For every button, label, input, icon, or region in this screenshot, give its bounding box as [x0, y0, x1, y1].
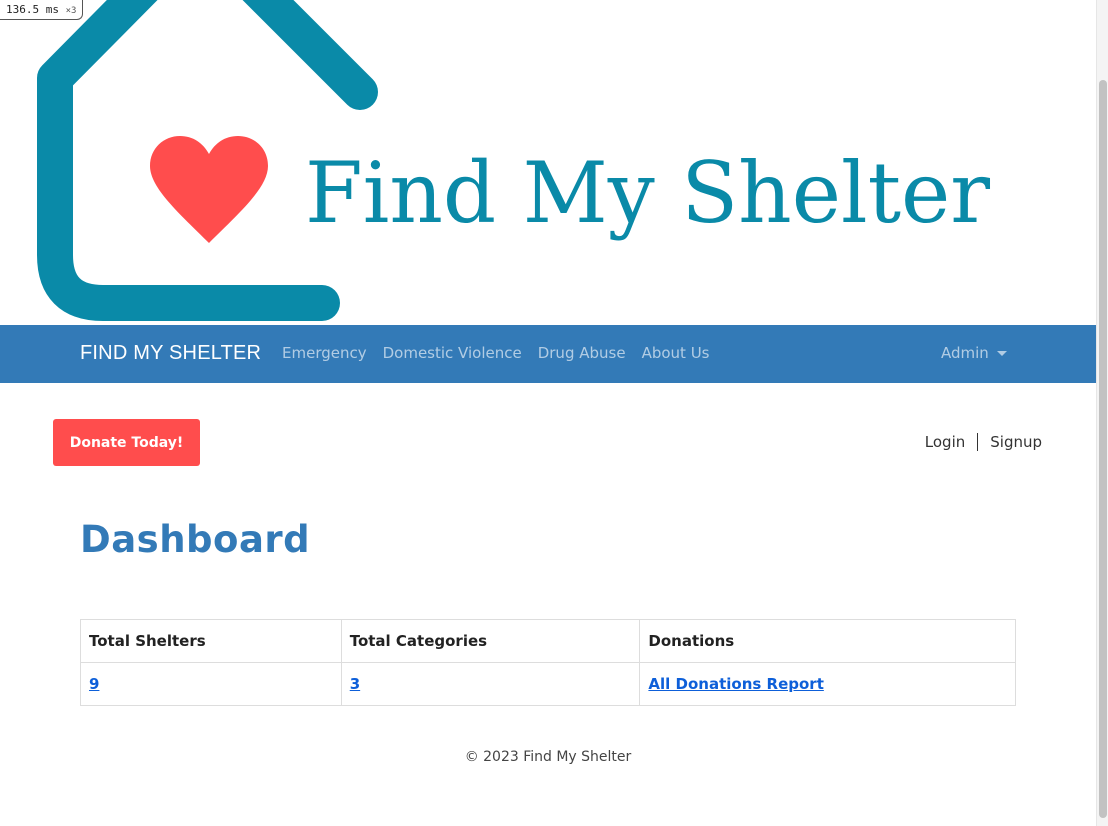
table-row: 9 3 All Donations Report	[80, 662, 1016, 706]
cell-donations: All Donations Report	[639, 662, 1016, 706]
perf-overlay: 136.5 ms ×3	[0, 0, 84, 20]
nav-link-emergency[interactable]: Emergency	[282, 344, 367, 362]
nav-links: Emergency Domestic Violence Drug Abuse A…	[282, 344, 710, 362]
cell-total-shelters: 9	[80, 662, 342, 706]
auth-divider	[977, 433, 979, 451]
signup-link[interactable]: Signup	[990, 433, 1042, 451]
page-title: Dashboard	[80, 518, 311, 561]
page: 136.5 ms ×3 Find My Shelter FIND MY SHEL…	[0, 0, 1108, 826]
login-link[interactable]: Login	[925, 433, 965, 451]
header-donations: Donations	[639, 619, 1016, 663]
main-navbar: FIND MY SHELTER Emergency Domestic Viole…	[0, 325, 1096, 383]
total-shelters-link[interactable]: 9	[89, 675, 99, 693]
admin-dropdown[interactable]: Admin	[941, 344, 1007, 362]
chevron-down-icon	[996, 350, 1007, 356]
header-total-shelters: Total Shelters	[80, 619, 342, 663]
admin-dropdown-label: Admin	[941, 344, 989, 362]
all-donations-report-link[interactable]: All Donations Report	[648, 675, 823, 693]
scrollbar-thumb[interactable]	[1099, 80, 1107, 818]
header-total-categories: Total Categories	[340, 619, 641, 663]
nav-link-about-us[interactable]: About Us	[642, 344, 710, 362]
logo-text: Find My Shelter	[305, 144, 991, 242]
page-scrollbar[interactable]	[1096, 0, 1108, 826]
auth-links: Login Signup	[925, 433, 1042, 451]
heart-icon	[150, 136, 268, 243]
hero-banner: Find My Shelter	[0, 0, 1096, 325]
nav-link-domestic-violence[interactable]: Domestic Violence	[383, 344, 522, 362]
table-header-row: Total Shelters Total Categories Donation…	[80, 619, 1016, 663]
perf-multiplier: ×3	[65, 6, 77, 16]
dashboard-table: Total Shelters Total Categories Donation…	[80, 619, 1016, 706]
nav-link-drug-abuse[interactable]: Drug Abuse	[538, 344, 626, 362]
site-logo: Find My Shelter	[37, 0, 991, 321]
footer-copyright: © 2023 Find My Shelter	[464, 749, 632, 765]
total-categories-link[interactable]: 3	[350, 675, 360, 693]
donate-button[interactable]: Donate Today!	[53, 419, 200, 466]
perf-time: 136.5	[6, 3, 40, 16]
perf-unit: ms	[45, 3, 59, 16]
navbar-brand[interactable]: FIND MY SHELTER	[80, 342, 261, 365]
cell-total-categories: 3	[340, 662, 641, 706]
